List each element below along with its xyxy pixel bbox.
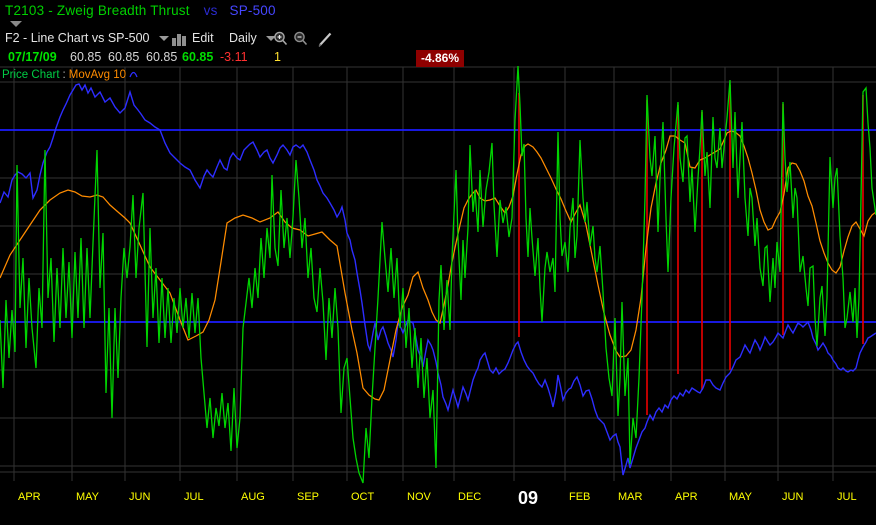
period-label: Daily	[229, 31, 257, 45]
edit-button[interactable]: Edit	[192, 31, 214, 45]
pane-separator: :	[62, 69, 66, 81]
month-axis-label: AUG	[241, 491, 265, 503]
series-sp-500	[0, 83, 876, 476]
symbol-dropdown-caret-icon[interactable]	[10, 21, 22, 27]
quote-open: 60.85	[70, 50, 102, 64]
movavg-indicator-label[interactable]: MovAvg 10	[69, 69, 126, 81]
year-axis-label: 09	[518, 488, 538, 508]
percent-change-badge: -4.86%	[416, 50, 465, 67]
quote-close: 60.85	[182, 50, 214, 64]
quote-flag: 1	[274, 50, 281, 64]
quote-date: 07/17/09	[8, 50, 57, 64]
pane-label: Price Chart: MovAvg 10	[2, 69, 138, 81]
month-axis-label: JUL	[837, 491, 857, 503]
month-axis-label: APR	[18, 491, 41, 503]
chart-toolbar: F2 - Line Chart vs SP-500 Edit Daily	[0, 31, 876, 49]
zoom-out-icon[interactable]	[293, 31, 309, 50]
month-axis-label: APR	[675, 491, 698, 503]
window-title: T2103 - Zweig Breadth Thrust vs SP-500	[5, 3, 276, 18]
chart-template-label: F2 - Line Chart vs SP-500	[5, 31, 150, 45]
indicator-title: T2103 - Zweig Breadth Thrust	[5, 3, 190, 18]
month-axis-label: JUL	[184, 491, 204, 503]
month-axis-label: JUN	[782, 491, 803, 503]
chart-window: APR MAY JUN JUL AUG SEP OCT NOV DEC 09 FEB MAR APR MA…	[0, 0, 876, 525]
quote-high: 60.85	[108, 50, 140, 64]
month-axis-label: OCT	[351, 491, 375, 503]
month-axis-label: NOV	[407, 491, 432, 503]
month-axis-label: MAY	[76, 491, 100, 503]
bar-chart-icon[interactable]	[172, 33, 187, 49]
pencil-draw-icon[interactable]	[317, 31, 334, 51]
zoom-in-icon[interactable]	[273, 31, 289, 50]
month-axis-label: FEB	[569, 491, 590, 503]
month-axis-label: SEP	[297, 491, 319, 503]
mini-sparkline-icon	[129, 69, 138, 81]
vs-label: vs	[203, 3, 218, 18]
quote-change: -3.11	[220, 50, 248, 64]
pane-name: Price Chart	[2, 69, 60, 81]
month-axis-label: MAR	[618, 491, 643, 503]
month-axis-label: MAY	[729, 491, 753, 503]
chart-template-dropdown[interactable]: F2 - Line Chart vs SP-500	[5, 31, 169, 45]
month-axis-label: DEC	[458, 491, 481, 503]
month-axis-label: JUN	[129, 491, 150, 503]
chevron-down-icon	[159, 36, 169, 42]
compare-symbol: SP-500	[229, 3, 276, 18]
quote-low: 60.85	[146, 50, 178, 64]
period-dropdown[interactable]: Daily	[229, 31, 277, 45]
